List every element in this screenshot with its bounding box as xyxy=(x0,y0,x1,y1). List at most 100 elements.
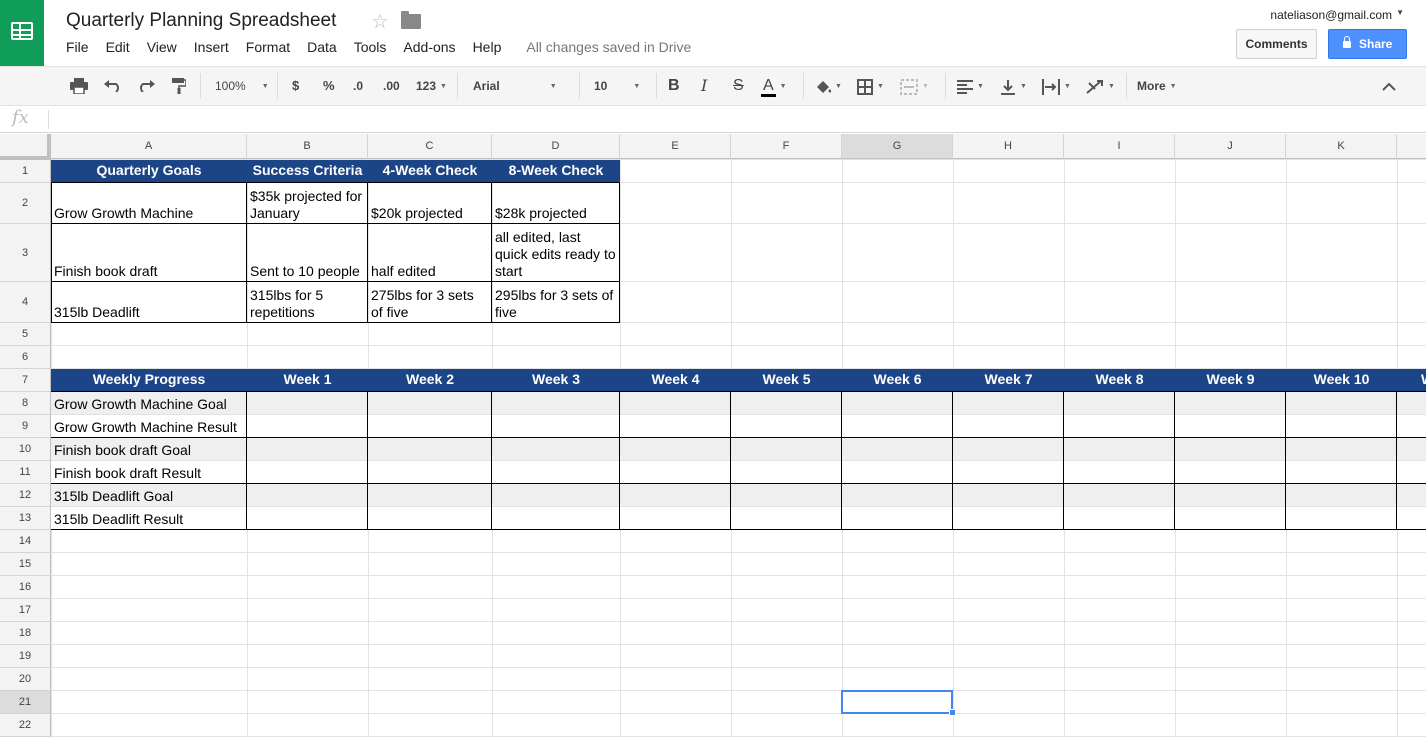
table-cell[interactable] xyxy=(368,415,492,437)
fill-handle[interactable] xyxy=(949,709,956,716)
table-cell[interactable] xyxy=(1397,507,1426,529)
table-cell[interactable]: $35k projected for January xyxy=(247,183,368,223)
row-label-cell[interactable]: Grow Growth Machine Result xyxy=(51,415,247,437)
table-cell[interactable]: all edited, last quick edits ready to st… xyxy=(492,224,620,281)
text-color-button[interactable]: A ▼ xyxy=(761,67,787,105)
save-status[interactable]: All changes saved in Drive xyxy=(526,39,691,55)
progress-header-cell[interactable]: Week 4 xyxy=(620,369,731,391)
row-header-16[interactable]: 16 xyxy=(0,576,51,599)
percent-format-button[interactable]: % xyxy=(323,67,335,105)
progress-header-cell[interactable]: Week 3 xyxy=(492,369,620,391)
share-button[interactable]: Share xyxy=(1328,29,1407,59)
column-header-e[interactable]: E xyxy=(620,134,731,159)
table-cell[interactable] xyxy=(368,461,492,483)
font-family-select[interactable]: Arial ▼ xyxy=(473,67,557,105)
menu-view[interactable]: View xyxy=(147,39,194,55)
table-cell[interactable] xyxy=(1397,415,1426,437)
goals-header-cell[interactable]: Success Criteria xyxy=(247,160,368,182)
column-header-i[interactable]: I xyxy=(1064,134,1175,159)
row-label-cell[interactable]: Finish book draft Goal xyxy=(51,438,247,460)
row-header-4[interactable]: 4 xyxy=(0,282,51,323)
table-cell[interactable] xyxy=(620,461,731,483)
paint-format-icon[interactable] xyxy=(172,67,187,105)
table-cell[interactable] xyxy=(842,438,953,460)
table-cell[interactable] xyxy=(1064,415,1175,437)
menu-insert[interactable]: Insert xyxy=(194,39,246,55)
text-rotation-button[interactable]: ▼ xyxy=(1086,67,1115,105)
menu-tools[interactable]: Tools xyxy=(354,39,404,55)
table-cell[interactable] xyxy=(620,438,731,460)
table-cell[interactable] xyxy=(731,507,842,529)
column-header-c[interactable]: C xyxy=(368,134,492,159)
vertical-align-button[interactable]: ▼ xyxy=(1000,67,1027,105)
column-header-h[interactable]: H xyxy=(953,134,1064,159)
table-cell[interactable] xyxy=(953,484,1064,506)
table-cell[interactable]: 315lb Deadlift xyxy=(51,282,247,322)
table-cell[interactable] xyxy=(1397,484,1426,506)
row-label-cell[interactable]: Finish book draft Result xyxy=(51,461,247,483)
row-header-6[interactable]: 6 xyxy=(0,346,51,369)
table-cell[interactable]: 275lbs for 3 sets of five xyxy=(368,282,492,322)
column-header-f[interactable]: F xyxy=(731,134,842,159)
column-header-j[interactable]: J xyxy=(1175,134,1286,159)
menu-file[interactable]: File xyxy=(66,39,106,55)
folder-icon[interactable] xyxy=(401,11,421,29)
table-cell[interactable] xyxy=(1175,392,1286,414)
table-cell[interactable] xyxy=(953,415,1064,437)
table-cell[interactable] xyxy=(1064,392,1175,414)
document-title[interactable]: Quarterly Planning Spreadsheet xyxy=(66,10,336,32)
table-cell[interactable] xyxy=(1397,461,1426,483)
print-icon[interactable] xyxy=(70,67,88,105)
table-cell[interactable] xyxy=(368,438,492,460)
table-cell[interactable]: $28k projected xyxy=(492,183,620,223)
table-cell[interactable] xyxy=(620,507,731,529)
menu-edit[interactable]: Edit xyxy=(106,39,147,55)
spreadsheet-grid[interactable]: A B C D E F G H I J K 1 2 3 4 5 6 7 8 9 10 11 12 13 14 15 16 17 18 19… xyxy=(0,134,1426,743)
table-cell[interactable] xyxy=(492,507,620,529)
column-header-g[interactable]: G xyxy=(842,134,953,159)
row-header-20[interactable]: 20 xyxy=(0,668,51,691)
table-cell[interactable] xyxy=(1286,392,1397,414)
merge-button[interactable]: ▼ xyxy=(900,67,929,105)
formula-input[interactable] xyxy=(56,106,1416,132)
table-cell[interactable] xyxy=(731,461,842,483)
row-header-10[interactable]: 10 xyxy=(0,438,51,461)
table-cell[interactable] xyxy=(1064,507,1175,529)
table-cell[interactable] xyxy=(1175,461,1286,483)
table-cell[interactable] xyxy=(620,415,731,437)
table-cell[interactable]: Grow Growth Machine xyxy=(51,183,247,223)
row-header-12[interactable]: 12 xyxy=(0,484,51,507)
row-label-cell[interactable]: 315lb Deadlift Result xyxy=(51,507,247,529)
progress-header-cell[interactable]: Week 2 xyxy=(368,369,492,391)
table-cell[interactable] xyxy=(1175,415,1286,437)
progress-header-cell[interactable]: W xyxy=(1397,369,1426,391)
goals-header-cell[interactable]: 8-Week Check xyxy=(492,160,620,182)
table-cell[interactable] xyxy=(1175,507,1286,529)
row-label-cell[interactable]: 315lb Deadlift Goal xyxy=(51,484,247,506)
borders-button[interactable]: ▼ xyxy=(857,67,884,105)
table-cell[interactable] xyxy=(842,507,953,529)
table-cell[interactable] xyxy=(1286,438,1397,460)
row-header-19[interactable]: 19 xyxy=(0,645,51,668)
progress-header-cell[interactable]: Week 7 xyxy=(953,369,1064,391)
italic-button[interactable]: I xyxy=(701,67,707,105)
progress-header-cell[interactable]: Week 10 xyxy=(1286,369,1397,391)
table-cell[interactable] xyxy=(368,507,492,529)
select-all-corner[interactable] xyxy=(0,134,51,160)
decrease-decimal-button[interactable]: .0 xyxy=(353,67,363,105)
strikethrough-button[interactable]: S xyxy=(733,67,744,105)
table-cell[interactable] xyxy=(620,484,731,506)
table-cell[interactable] xyxy=(492,415,620,437)
row-header-17[interactable]: 17 xyxy=(0,599,51,622)
column-header-b[interactable]: B xyxy=(247,134,368,159)
row-label-cell[interactable]: Grow Growth Machine Goal xyxy=(51,392,247,414)
text-wrap-button[interactable]: ▼ xyxy=(1042,67,1071,105)
table-cell[interactable] xyxy=(731,438,842,460)
table-cell[interactable] xyxy=(1064,461,1175,483)
table-cell[interactable] xyxy=(492,392,620,414)
table-cell[interactable] xyxy=(368,484,492,506)
menu-help[interactable]: Help xyxy=(473,39,519,55)
progress-header-cell[interactable]: Week 5 xyxy=(731,369,842,391)
column-header-d[interactable]: D xyxy=(492,134,620,159)
table-cell[interactable]: $20k projected xyxy=(368,183,492,223)
